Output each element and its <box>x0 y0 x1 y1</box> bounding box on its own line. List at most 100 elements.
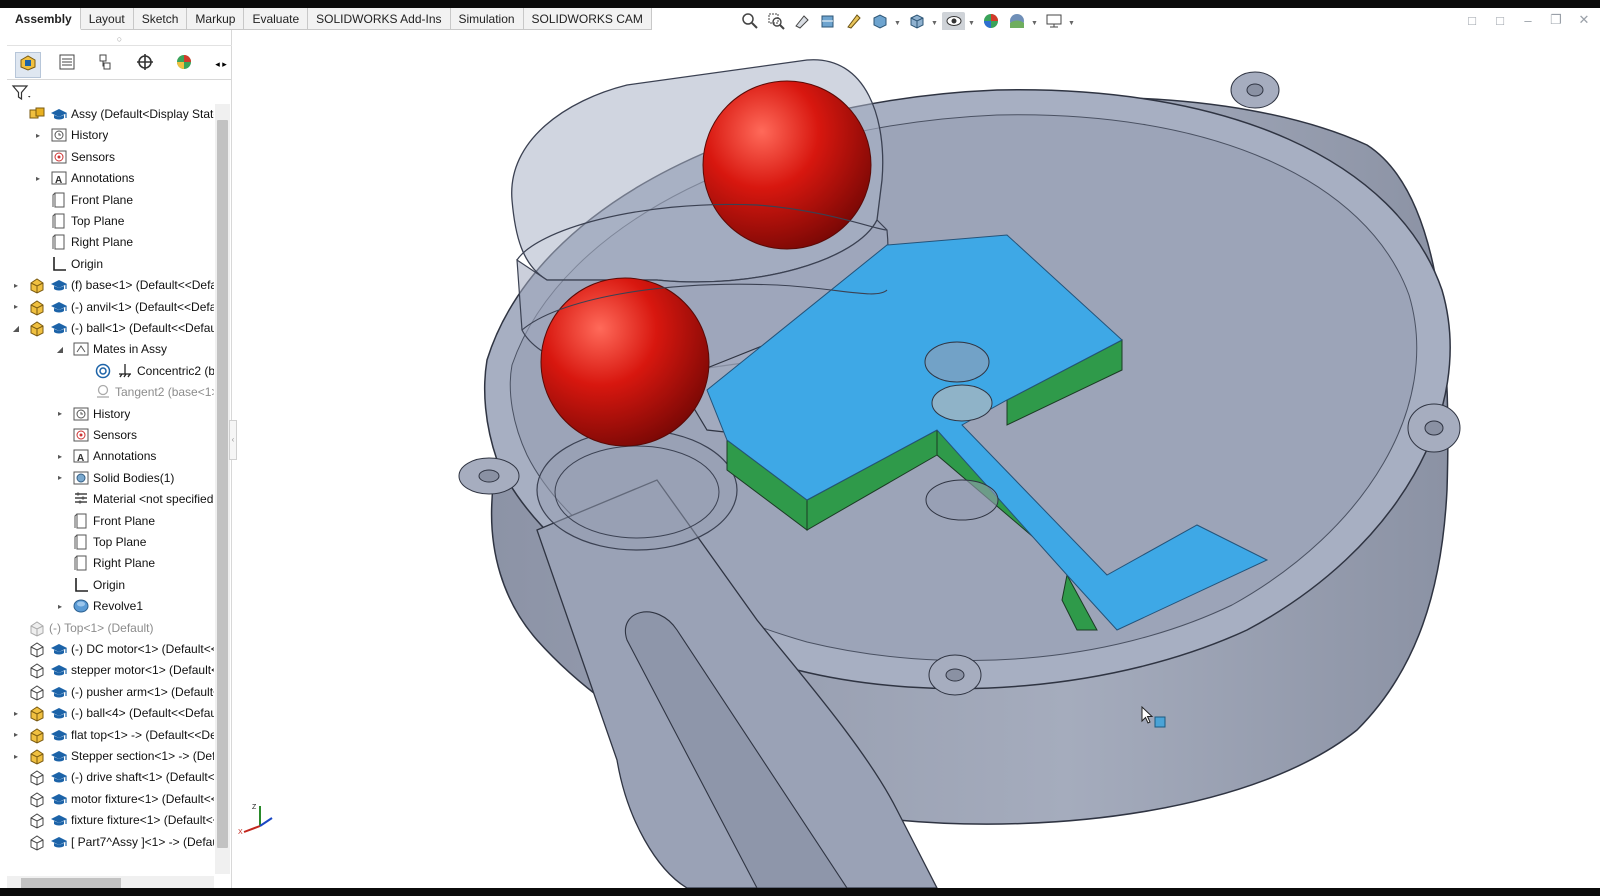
close-icon[interactable]: ✕ <box>1576 12 1592 28</box>
tree-item[interactable]: (-) Top<1> (Default) <box>7 618 214 638</box>
plane-icon <box>49 233 68 252</box>
dropdown-caret-icon[interactable]: ▼ <box>1031 20 1039 27</box>
dropdown-caret-icon[interactable]: ▼ <box>931 20 939 27</box>
expand-arrow-icon[interactable]: ▸ <box>11 280 21 290</box>
tree-item[interactable]: ▸ (-) anvil<1> (Default<<Default> <box>7 297 214 317</box>
part-icon <box>27 747 46 766</box>
tree-item[interactable]: Sensors <box>7 147 214 167</box>
tree-item[interactable]: Origin <box>7 254 214 274</box>
tree-item[interactable]: ▸ Solid Bodies(1) <box>7 468 214 488</box>
tree-item[interactable]: (-) DC motor<1> (Default<<Default> <box>7 639 214 659</box>
tab-solidworks-add-ins[interactable]: SOLIDWORKS Add-Ins <box>308 8 451 30</box>
collapse-arrow-icon[interactable]: ◢ <box>11 323 21 333</box>
component-icon <box>49 297 68 316</box>
tree-item[interactable]: ▸ Revolve1 <box>7 596 214 616</box>
tree-item-label: History <box>93 406 131 421</box>
minimize-icon[interactable]: – <box>1520 12 1536 28</box>
tree-item[interactable]: Concentric2 (base<1>) <box>7 361 214 381</box>
tree-item[interactable]: Front Plane <box>7 511 214 531</box>
dropdown-caret-icon[interactable]: ▼ <box>968 20 976 27</box>
tree-item[interactable]: ◢ Mates in Assy <box>7 339 214 359</box>
expand-arrow-icon[interactable]: ▸ <box>55 601 65 611</box>
panel-grip[interactable]: ○ <box>7 34 232 46</box>
tree-item[interactable]: (-) pusher arm<1> (Default<<Default> <box>7 682 214 702</box>
tree-item[interactable]: motor fixture<1> (Default<<Default> <box>7 789 214 809</box>
expand-arrow-icon[interactable]: ▸ <box>55 451 65 461</box>
tab-layout[interactable]: Layout <box>81 8 134 30</box>
tree-item[interactable]: Front Plane <box>7 190 214 210</box>
display-manager-tab[interactable] <box>171 52 197 78</box>
tree-item[interactable]: ▸ A Annotations <box>7 168 214 188</box>
scrollbar-thumb[interactable] <box>21 878 121 888</box>
tree-vertical-scrollbar[interactable] <box>215 104 230 874</box>
scrollbar-thumb[interactable] <box>217 120 228 848</box>
dropdown-caret-icon[interactable]: ▼ <box>1068 20 1076 27</box>
tab-evaluate[interactable]: Evaluate <box>244 8 309 30</box>
tree-item[interactable]: Origin <box>7 575 214 595</box>
featuremanager-tree-tab[interactable] <box>15 51 41 78</box>
tree-item[interactable]: Material <not specified> <box>7 489 214 509</box>
expand-arrow-icon[interactable]: ▸ <box>11 730 21 740</box>
more-tabs-arrows[interactable]: ◂ ▸ <box>210 52 232 78</box>
panel-splitter[interactable]: ‹ <box>229 420 237 460</box>
tree-item[interactable]: [ Part7^Assy ]<1> -> (Default<<Default> <box>7 832 214 852</box>
tree-item[interactable]: Top Plane <box>7 211 214 231</box>
no-expander <box>33 237 43 247</box>
tree-item[interactable]: ▸ (f) base<1> (Default<<Default> <box>7 275 214 295</box>
featuremanager-tree-icon <box>18 52 38 77</box>
tree-item[interactable]: stepper motor<1> (Default<<Default> <box>7 660 214 680</box>
window-controls: □ □ – ❐ ✕ <box>1464 12 1592 28</box>
tab-simulation[interactable]: Simulation <box>451 8 524 30</box>
command-manager-tabs: Assembly Layout Sketch Markup Evaluate SOLIDW… <box>7 8 652 30</box>
triad-x-label: X <box>238 829 243 836</box>
tree-item[interactable]: ▸ flat top<1> -> (Default<<Default> <box>7 725 214 745</box>
expand-arrow-icon[interactable]: ▸ <box>11 302 21 312</box>
expand-arrow-icon[interactable]: ▸ <box>11 708 21 718</box>
part-outline-icon <box>27 789 46 808</box>
tree-item[interactable]: ◢ (-) ball<1> (Default<<Default> <box>7 318 214 338</box>
fixed-icon <box>115 361 134 380</box>
dropdown-caret-icon[interactable]: ▼ <box>894 20 902 27</box>
ball-lower <box>540 277 710 447</box>
tab-markup[interactable]: Markup <box>187 8 245 30</box>
tab-solidworks-cam[interactable]: SOLIDWORKS CAM <box>524 8 652 30</box>
restore-left-icon[interactable]: □ <box>1464 12 1480 28</box>
expand-arrow-icon[interactable]: ▸ <box>11 751 21 761</box>
history-icon <box>71 404 90 423</box>
expand-arrow-icon[interactable]: ▸ <box>33 173 43 183</box>
configuration-manager-tab[interactable] <box>93 52 119 78</box>
collapse-arrow-icon[interactable]: ◢ <box>55 344 65 354</box>
svg-text:A: A <box>55 175 62 186</box>
tree-item[interactable]: ▸ History <box>7 125 214 145</box>
tree-item[interactable]: Assy (Default<Display State-1> <box>7 104 214 124</box>
filter-button[interactable] <box>11 82 33 104</box>
window-bottom-edge <box>0 888 1600 896</box>
tree-item[interactable]: Right Plane <box>7 553 214 573</box>
tree-item[interactable]: ▸ (-) ball<4> (Default<<Default> <box>7 703 214 723</box>
property-manager-tab[interactable] <box>54 52 80 78</box>
tab-assembly[interactable]: Assembly <box>7 8 81 30</box>
tree-item[interactable]: ▸ Stepper section<1> -> (Default<<Default… <box>7 746 214 766</box>
expand-arrow-icon[interactable]: ▸ <box>55 473 65 483</box>
tree-item[interactable]: fixture fixture<1> (Default<<Default> <box>7 810 214 830</box>
tree-item[interactable]: (-) drive shaft<1> (Default<<Default> <box>7 767 214 787</box>
assembly-3d-model[interactable] <box>237 30 1600 888</box>
maximize-icon[interactable]: ❐ <box>1548 12 1564 28</box>
restore-right-icon[interactable]: □ <box>1492 12 1508 28</box>
component-icon <box>49 747 68 766</box>
dimxpert-manager-tab[interactable] <box>132 52 158 78</box>
tree-item-label: Stepper section<1> -> (Default<<Default> <box>71 749 214 763</box>
tab-sketch[interactable]: Sketch <box>134 8 188 30</box>
tree-item[interactable]: ▸ History <box>7 404 214 424</box>
tree-item[interactable]: Sensors <box>7 425 214 445</box>
tree-item[interactable]: Right Plane <box>7 232 214 252</box>
expand-arrow-icon[interactable]: ▸ <box>55 409 65 419</box>
graphics-area[interactable] <box>237 30 1600 888</box>
tree-item[interactable]: Tangent2 (base<1>) <box>7 382 214 402</box>
component-icon <box>49 661 68 680</box>
tree-item[interactable]: ▸ A Annotations <box>7 446 214 466</box>
tree-item[interactable]: Top Plane <box>7 532 214 552</box>
tree-item-label: Origin <box>93 577 126 592</box>
expand-arrow-icon[interactable]: ▸ <box>33 130 43 140</box>
no-expander <box>11 109 21 119</box>
